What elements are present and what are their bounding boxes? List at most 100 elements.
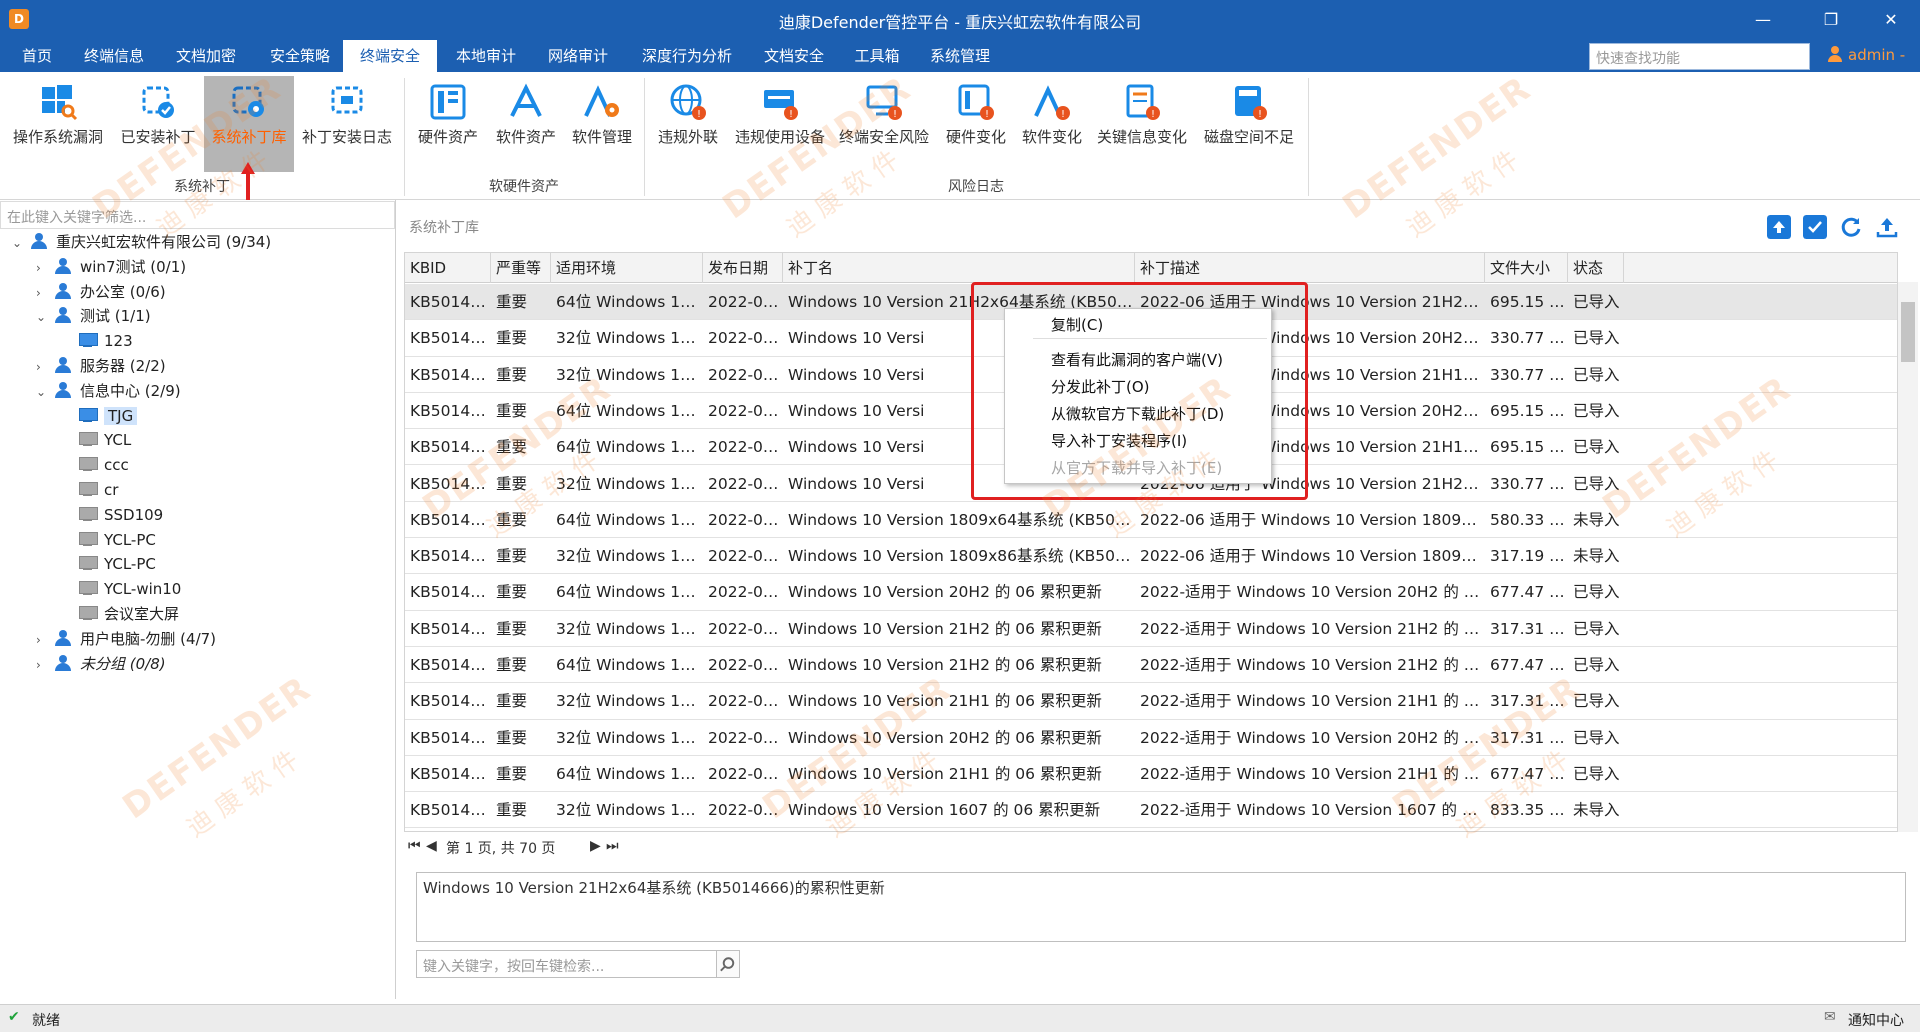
hardware-asset-button[interactable]: 硬件资产	[412, 76, 484, 172]
quick-search-input[interactable]: 快速查找功能	[1589, 43, 1810, 70]
menu-network-audit[interactable]: 网络审计	[536, 40, 620, 72]
tree-node[interactable]: ⌄ 信息中心 (2/9)	[36, 379, 181, 403]
tree-node[interactable]: › 未分组 (0/8)	[36, 652, 166, 676]
table-row[interactable]: KB5014699 重要 32位 Windows 10 21H1 2022-06-14…	[405, 683, 1897, 720]
tree-node[interactable]: SSD109	[60, 503, 163, 527]
upload-top-icon[interactable]	[1767, 215, 1791, 239]
table-cell: 32位 Windows 10 20H2	[556, 728, 703, 747]
tree-toggle-icon[interactable]: ⌄	[36, 305, 54, 329]
column-header[interactable]: 发布日期	[703, 253, 783, 283]
table-cell: KB5014699	[410, 692, 491, 711]
tree-node[interactable]: YCL-win10	[60, 577, 181, 601]
tree-toggle-icon[interactable]: ›	[36, 256, 54, 280]
tree-node[interactable]: ⌄ 测试 (1/1)	[36, 304, 151, 328]
user-menu[interactable]: admin -	[1828, 46, 1905, 64]
menu-doc-security[interactable]: 文档安全	[752, 40, 836, 72]
tree-node[interactable]: › 服务器 (2/2)	[36, 354, 166, 378]
tree-node[interactable]: ccc	[60, 453, 129, 477]
tree-toggle-icon[interactable]: ›	[36, 281, 54, 305]
tree-node[interactable]: › 用户电脑-勿删 (4/7)	[36, 627, 216, 651]
menu-terminal-security[interactable]: 终端安全	[343, 40, 437, 72]
patch-library-button[interactable]: 系统补丁库	[204, 76, 294, 172]
tree-toggle-icon[interactable]: ›	[36, 653, 54, 677]
menu-system-manage[interactable]: 系统管理	[918, 40, 1002, 72]
tree-node[interactable]: YCL-PC	[60, 528, 156, 552]
tree-node[interactable]: 123	[60, 329, 133, 353]
minimize-button[interactable]: —	[1740, 0, 1786, 40]
software-manage-button[interactable]: 软件管理	[566, 76, 638, 172]
menu-toolbox[interactable]: 工具箱	[844, 40, 910, 72]
column-header[interactable]: 适用环境	[551, 253, 703, 283]
key-info-change-button[interactable]: ! 关键信息变化	[1092, 76, 1192, 172]
patch-detail-textbox[interactable]: Windows 10 Version 21H2x64基系统 (KB5014666…	[416, 872, 1906, 942]
table-row[interactable]: KB5014699 重要 64位 Windows 10 20H2 2022-06-14…	[405, 574, 1897, 611]
tree-node[interactable]: YCL	[60, 428, 131, 452]
select-all-icon[interactable]	[1803, 215, 1827, 239]
column-header[interactable]: 补丁名	[783, 253, 1135, 283]
table-cell: KB5014666	[410, 401, 491, 420]
refresh-icon[interactable]	[1839, 215, 1863, 239]
disk-space-low-button[interactable]: ! 磁盘空间不足	[1198, 76, 1300, 172]
tree-node[interactable]: YCL-PC	[60, 552, 156, 576]
last-page-button[interactable]: ⏭	[606, 838, 619, 854]
menu-doc-encrypt[interactable]: 文档加密	[162, 40, 250, 72]
maximize-button[interactable]: ❐	[1808, 0, 1854, 40]
menu-home[interactable]: 首页	[8, 40, 66, 72]
notification-center-link[interactable]: 通知中心	[1848, 1010, 1904, 1030]
ctx-view-clients[interactable]: 查看有此漏洞的客户端(V)	[1051, 349, 1223, 370]
ctx-distribute[interactable]: 分发此补丁(O)	[1051, 376, 1150, 397]
software-change-button[interactable]: ! 软件变化	[1016, 76, 1088, 172]
column-header[interactable]: 状态	[1568, 253, 1624, 283]
software-asset-button[interactable]: 软件资产	[488, 76, 564, 172]
ribbon-label: 违规使用设备	[734, 128, 825, 146]
ctx-copy[interactable]: 复制(C)	[1051, 314, 1103, 335]
scrollbar-thumb[interactable]	[1901, 302, 1915, 362]
tree-node[interactable]: TJG	[60, 404, 138, 428]
os-vulnerability-button[interactable]: 操作系统漏洞	[4, 76, 112, 172]
table-vertical-scrollbar[interactable]	[1898, 282, 1918, 832]
next-page-button[interactable]: ▶	[590, 838, 601, 854]
column-header[interactable]: KBID	[405, 253, 491, 283]
tree-node[interactable]: ⌄ 重庆兴虹宏软件有限公司 (9/34)	[12, 230, 271, 254]
tree-node[interactable]: › 办公室 (0/6)	[36, 280, 166, 304]
ctx-import-installer[interactable]: 导入补丁安装程序(I)	[1051, 430, 1187, 451]
tree-node[interactable]: 会议室大屏	[60, 602, 179, 626]
table-row[interactable]: KB5014699 重要 32位 Windows 10 20H2 2022-06-14…	[405, 720, 1897, 756]
close-button[interactable]: ✕	[1868, 0, 1914, 40]
first-page-button[interactable]: ⏮	[408, 838, 421, 854]
tree-toggle-icon[interactable]: ›	[36, 628, 54, 652]
illegal-outreach-button[interactable]: ! 违规外联	[652, 76, 724, 172]
ctx-download-ms[interactable]: 从微软官方下载此补丁(D)	[1051, 403, 1224, 424]
ribbon-label: 关键信息变化	[1096, 128, 1187, 146]
column-header[interactable]: 文件大小	[1485, 253, 1568, 283]
column-header[interactable]: 补丁描述	[1135, 253, 1485, 283]
tree-toggle-icon[interactable]: ›	[36, 355, 54, 379]
tree-node[interactable]: › win7测试 (0/1)	[36, 255, 186, 279]
patch-install-log-button[interactable]: 补丁安装日志	[298, 76, 396, 172]
menu-security-policy[interactable]: 安全策略	[258, 40, 342, 72]
table-cell: 2022-06-14	[708, 619, 783, 638]
menu-terminal-info[interactable]: 终端信息	[74, 40, 154, 72]
menu-deep-behavior[interactable]: 深度行为分析	[628, 40, 746, 72]
table-row[interactable]: KB5014699 重要 64位 Windows 10 21H1 2022-06-14…	[405, 756, 1897, 793]
table-row[interactable]: KB5014669 重要 32位 Windows 10 1809 2022-06-23…	[405, 538, 1897, 575]
menu-local-audit[interactable]: 本地审计	[444, 40, 528, 72]
tree-filter-input[interactable]: 在此键入关键字筛选...	[0, 201, 395, 229]
column-header[interactable]: 严重等级	[491, 253, 551, 307]
table-row[interactable]: KB5014702 重要 32位 Windows 10 1607 2022-06-14…	[405, 792, 1897, 829]
table-row[interactable]: KB5014699 重要 64位 Windows 10 21H2 2022-06-14…	[405, 647, 1897, 684]
table-cell: 32位 Windows 10 21H1	[556, 692, 703, 711]
prev-page-button[interactable]: ◀	[426, 838, 437, 854]
tree-toggle-icon[interactable]: ⌄	[12, 231, 30, 255]
hardware-change-button[interactable]: ! 硬件变化	[938, 76, 1014, 172]
installed-patch-button[interactable]: 已安装补丁	[116, 76, 200, 172]
table-row[interactable]: KB5014699 重要 32位 Windows 10 21H2 2022-06-14…	[405, 611, 1897, 647]
tree-toggle-icon[interactable]: ⌄	[36, 380, 54, 404]
tree-node[interactable]: cr	[60, 478, 118, 502]
export-icon[interactable]	[1875, 215, 1899, 239]
search-icon[interactable]	[716, 951, 739, 977]
terminal-risk-button[interactable]: ! 终端安全风险	[834, 76, 934, 172]
table-row[interactable]: KB5014669 重要 64位 Windows 10 1809 2022-06-23…	[405, 502, 1897, 539]
keyword-search-input[interactable]: 键入关键字，按回车键检索...	[416, 950, 740, 978]
illegal-device-button[interactable]: ! 违规使用设备	[730, 76, 830, 172]
